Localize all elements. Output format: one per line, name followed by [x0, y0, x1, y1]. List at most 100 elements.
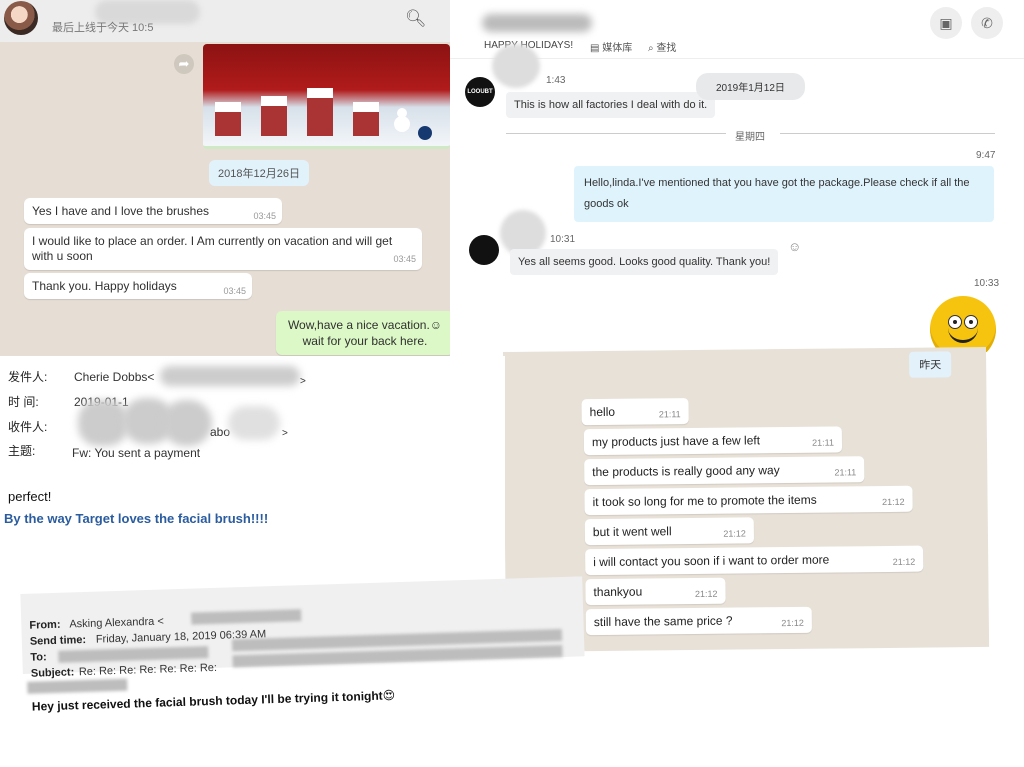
message-text: i will contact you soon if i want to ord…	[593, 552, 830, 570]
incoming-message[interactable]: Yes I have and I love the brushes 03:45	[24, 198, 282, 224]
redacted-subject	[27, 678, 128, 694]
message-text: still have the same price ?	[593, 613, 733, 630]
contact-avatar[interactable]	[469, 235, 499, 265]
date-divider: 昨天	[909, 351, 952, 378]
media-gallery-link[interactable]: ▤ 媒体库	[590, 39, 632, 54]
redacted-email	[160, 366, 300, 386]
message-text: thankyou	[593, 584, 643, 600]
redacted-recipient	[78, 400, 128, 446]
contact-avatar[interactable]	[4, 1, 38, 35]
find-link[interactable]: ⌕ 查找	[648, 39, 676, 54]
search-icon[interactable]: 🔍︎	[405, 9, 427, 29]
message-text-line2: goods ok	[584, 198, 629, 210]
redacted-recipient	[162, 400, 212, 446]
bracket-glyph: >	[300, 376, 306, 387]
redacted-avatar	[492, 44, 540, 88]
message-time: 21:12	[723, 528, 746, 539]
incoming-message[interactable]: I would like to place an order. I Am cur…	[24, 228, 422, 270]
incoming-message[interactable]: This is how all factories I deal with do…	[506, 92, 716, 118]
message-text: Thank you. Happy holidays	[32, 279, 177, 293]
christmas-image[interactable]	[203, 44, 450, 149]
message-text-line1: Wow,have a nice vacation.☺	[287, 318, 443, 332]
whatsapp-chat-panel-1: 最后上线于今天 10:5 🔍︎ ➦ 2018年12月26日 Yes I have…	[0, 0, 450, 367]
from-label: 发件人:	[8, 370, 48, 384]
message-text: Yes I have and I love the brushes	[32, 204, 210, 218]
incoming-message[interactable]: Thank you. Happy holidays 03:45	[24, 273, 252, 299]
video-call-icon[interactable]: ▣	[930, 7, 962, 39]
redacted-contact-name	[482, 14, 592, 32]
sent-label: Send time:	[29, 633, 87, 648]
email-body: Hey just received the facial brush today…	[31, 688, 396, 714]
last-seen-status: 最后上线于今天 10:5	[52, 22, 154, 34]
find-label: 查找	[656, 43, 677, 54]
house-shape	[261, 96, 287, 136]
to-label: To:	[30, 651, 47, 664]
incoming-message[interactable]: hello 21:11	[581, 398, 689, 426]
house-shape	[307, 88, 333, 136]
divider-line	[780, 133, 995, 134]
date-divider: 2018年12月26日	[209, 160, 309, 186]
message-time: 03:45	[393, 254, 416, 264]
message-text-line2: wait for your back here.	[302, 334, 428, 348]
incoming-message[interactable]: thankyou 21:12	[585, 577, 726, 606]
to-label: 收件人:	[8, 420, 48, 434]
chat-header: HAPPY HOLIDAYS! ▤ 媒体库 ⌕ 查找 ▣ ✆	[450, 0, 1024, 59]
email-screenshot-1: 发件人: Cherie Dobbs< > 时 间: 2019-01-1 收件人:…	[0, 356, 505, 576]
bracket-glyph: >	[282, 428, 288, 439]
message-text: it took so long for me to promote the it…	[592, 492, 817, 510]
message-text: my products just have a few left	[591, 433, 761, 450]
subject-label: 主题:	[8, 444, 36, 458]
message-text: hello	[589, 404, 616, 420]
message-time: 21:11	[812, 437, 835, 448]
message-text: the products is really good any way	[592, 463, 780, 480]
email-body-line1: perfect!	[8, 489, 52, 504]
redacted-recipient	[228, 406, 280, 440]
message-time: 21:12	[694, 588, 718, 600]
message-time: 21:12	[781, 617, 804, 629]
incoming-message[interactable]: Yes all seems good. Looks good quality. …	[510, 249, 779, 275]
message-time: 21:11	[658, 409, 681, 420]
incoming-message[interactable]: but it went well 21:12	[584, 517, 755, 546]
phone-call-icon[interactable]: ✆	[971, 7, 1003, 39]
message-time: 21:11	[834, 467, 857, 478]
incoming-message[interactable]: still have the same price ? 21:12	[585, 606, 812, 636]
smiley-sticker-icon[interactable]	[930, 296, 996, 352]
message-text: but it went well	[592, 524, 672, 540]
message-time: 03:45	[223, 286, 246, 296]
to-value: abo	[210, 425, 231, 439]
chat-header: 最后上线于今天 10:5 🔍︎	[0, 0, 450, 42]
message-time: 10:31	[550, 234, 576, 245]
message-time: 21:12	[882, 496, 905, 508]
message-time: 1:43	[546, 75, 566, 86]
day-divider: 星期四	[735, 132, 765, 143]
message-text: I would like to place an order. I Am cur…	[32, 234, 393, 263]
subject-label: Subject:	[30, 666, 75, 680]
from-label: From:	[29, 618, 61, 632]
forward-icon[interactable]: ➦	[174, 54, 194, 74]
time-label: 时 间:	[8, 395, 39, 409]
message-time: 21:12	[892, 556, 916, 567]
message-time: 10:33	[974, 278, 1000, 289]
media-gallery-label: 媒体库	[602, 43, 633, 54]
mouth	[948, 326, 978, 343]
email-body-line2: By the way Target loves the facial brush…	[4, 511, 269, 526]
divider-line	[506, 133, 726, 134]
outgoing-message[interactable]: Hello,linda.I've mentioned that you have…	[574, 166, 994, 222]
globe-icon	[418, 126, 432, 140]
email-screenshot-2: From: Asking Alexandra < Send time: Frid…	[20, 564, 585, 714]
incoming-message[interactable]: the products is really good any way 21:11	[584, 456, 865, 486]
contact-avatar[interactable]: LOOUBT	[465, 77, 495, 107]
snowman-body	[394, 116, 410, 132]
emoji-reaction-icon[interactable]: ☺	[788, 239, 801, 254]
incoming-message[interactable]: my products just have a few left 21:11	[583, 426, 843, 456]
date-divider: 2019年1月12日	[696, 73, 805, 100]
message-time: 03:45	[253, 211, 276, 221]
house-shape	[215, 102, 241, 136]
incoming-message[interactable]: i will contact you soon if i want to ord…	[585, 545, 924, 576]
incoming-message[interactable]: it took so long for me to promote the it…	[584, 485, 913, 516]
subject-value: Fw: You sent a payment	[72, 446, 201, 460]
skype-chat-panel: HAPPY HOLIDAYS! ▤ 媒体库 ⌕ 查找 ▣ ✆ LOOUBT 1:…	[450, 0, 1024, 352]
outgoing-message[interactable]: Wow,have a nice vacation.☺ wait for your…	[276, 311, 450, 355]
house-shape	[353, 102, 379, 136]
message-text-line1: Hello,linda.I've mentioned that you have…	[584, 177, 970, 189]
